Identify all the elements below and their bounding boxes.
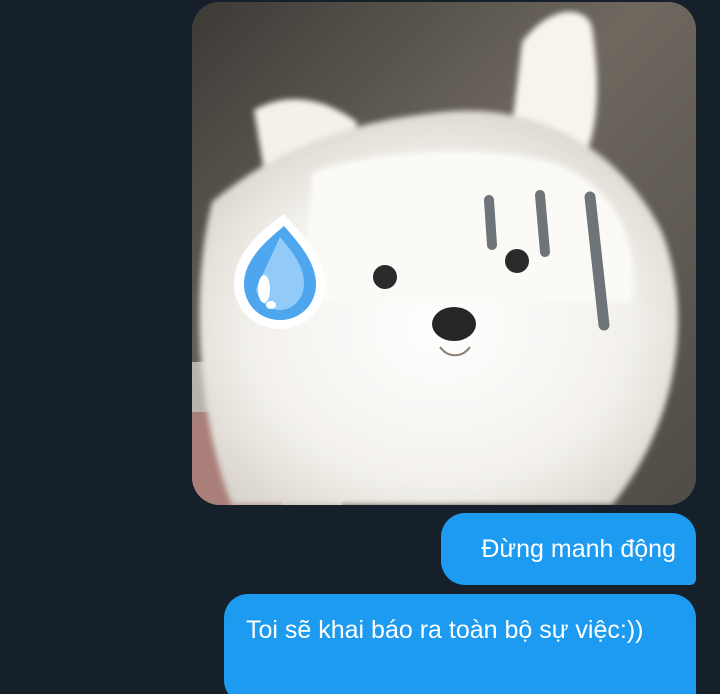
puppy-sticker-image — [192, 2, 696, 505]
message-bubble[interactable]: Đừng manh động — [441, 513, 696, 585]
image-message[interactable] — [192, 2, 696, 505]
chat-thread: Đừng manh động Toi sẽ khai báo ra toàn b… — [0, 0, 720, 694]
message-text: Toi sẽ khai báo ra toàn bộ sự việc:)) — [246, 616, 644, 644]
message-bubble[interactable]: Toi sẽ khai báo ra toàn bộ sự việc:)) — [224, 594, 696, 694]
message-text: Đừng manh động — [481, 535, 676, 563]
